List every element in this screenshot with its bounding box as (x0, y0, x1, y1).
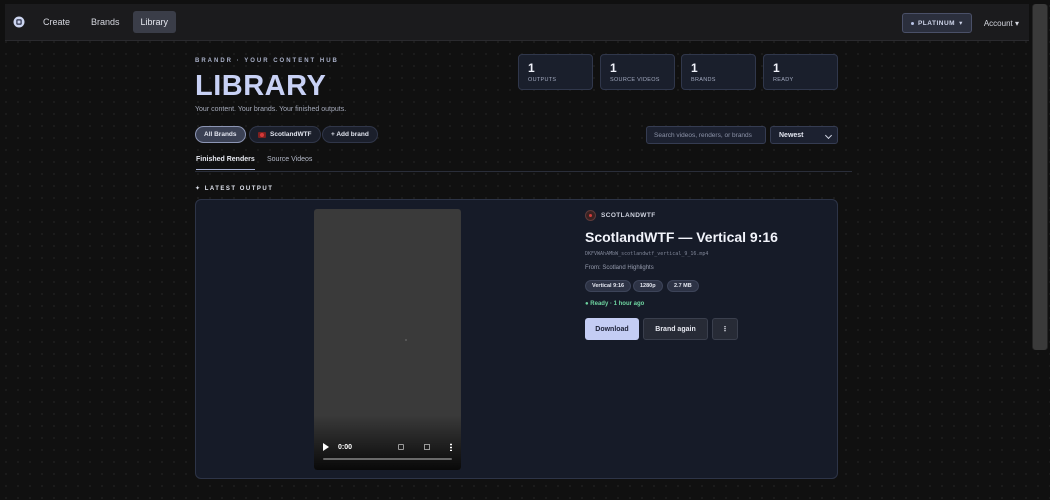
page-eyebrow: BRANDR · YOUR CONTENT HUB (195, 58, 339, 64)
stat-card-outputs: 1 OUTPUTS (518, 54, 593, 90)
chip-label: ScotlandWTF (270, 131, 312, 138)
sort-value: Newest (779, 131, 804, 139)
stat-label: SOURCE VIDEOS (610, 77, 660, 83)
chip-brand-scotlandwtf[interactable]: ScotlandWTF (249, 126, 321, 143)
source-line: From: Scotland Highlights (585, 265, 654, 271)
chip-label: All Brands (204, 131, 237, 138)
chip-label: + Add brand (331, 131, 369, 138)
brand-row: SCOTLANDWTF (585, 210, 656, 221)
plan-chevron-icon: ▾ (959, 20, 963, 27)
video-frame (405, 339, 407, 341)
tag-aspect: Vertical 9:16 (585, 280, 632, 292)
brand-again-button[interactable]: Brand again (643, 318, 708, 340)
page-title: LIBRARY (195, 70, 327, 102)
sort-select[interactable]: Newest (770, 126, 838, 144)
status-ready: ● Ready · 1 hour ago (585, 301, 645, 307)
download-button[interactable]: Download (585, 318, 639, 340)
more-vertical-icon[interactable] (450, 443, 452, 451)
tab-source-videos[interactable]: Source Videos (267, 156, 312, 169)
search-input[interactable] (646, 126, 766, 144)
file-name: DKFVWAhAMbW_scotlandwtf_vertical_9_16.mp… (585, 251, 709, 257)
nav-create[interactable]: Create (35, 11, 78, 33)
video-time: 0:00 (338, 443, 353, 451)
stat-label: READY (773, 77, 794, 83)
stat-card-source-videos: 1 SOURCE VIDEOS (600, 54, 675, 90)
stat-value: 1 (528, 61, 535, 75)
stat-card-brands: 1 BRANDS (681, 54, 756, 90)
volume-icon[interactable] (398, 444, 404, 450)
plan-badge[interactable]: PLATINUM ▾ (901, 13, 972, 33)
play-icon[interactable] (323, 443, 329, 451)
chip-all-brands[interactable]: All Brands (195, 126, 246, 143)
stat-value: 1 (610, 61, 617, 75)
stat-value: 1 (691, 61, 698, 75)
nav-library[interactable]: Library (132, 11, 177, 33)
page-subtitle: Your content. Your brands. Your finished… (195, 106, 347, 113)
plan-badge-label: PLATINUM (917, 19, 956, 27)
fullscreen-icon[interactable] (424, 444, 430, 450)
scotland-flag-icon (258, 131, 266, 138)
stat-label: BRANDS (691, 77, 716, 83)
account-menu[interactable]: Account ▾ (984, 19, 1019, 28)
add-brand-button[interactable]: + Add brand (322, 126, 378, 143)
chevron-down-icon (824, 131, 833, 140)
render-title: ScotlandWTF — Vertical 9:16 (585, 229, 778, 245)
tab-finished-renders[interactable]: Finished Renders (196, 156, 255, 170)
topbar-actions: PLATINUM ▾ Account ▾ (901, 13, 1019, 33)
brandr-logo-icon[interactable] (13, 16, 25, 28)
top-bar: Create Brands Library PLATINUM ▾ Account… (5, 4, 1029, 41)
video-progress-track[interactable] (323, 458, 452, 460)
tab-divider (195, 171, 852, 172)
scrollbar-thumb[interactable] (1033, 4, 1047, 350)
video-player[interactable]: 0:00 (314, 209, 461, 470)
nav-brands[interactable]: Brands (83, 11, 128, 33)
more-options-button[interactable]: ⋮ (712, 318, 738, 340)
brand-avatar (585, 210, 596, 221)
stat-label: OUTPUTS (528, 77, 557, 83)
stat-value: 1 (773, 61, 780, 75)
section-label-latest-output: ✦ LATEST OUTPUT (195, 186, 274, 192)
stat-card-ready: 1 READY (763, 54, 838, 90)
plan-dot-icon (910, 21, 914, 25)
brand-name: SCOTLANDWTF (601, 212, 656, 219)
tag-file-size: 2.7 MB (667, 280, 699, 292)
latest-output-card: 0:00 SCOTLANDWTF ScotlandWTF — Vertical … (195, 199, 838, 479)
video-controls: 0:00 (323, 443, 452, 451)
tag-resolution: 1280p (633, 280, 663, 292)
